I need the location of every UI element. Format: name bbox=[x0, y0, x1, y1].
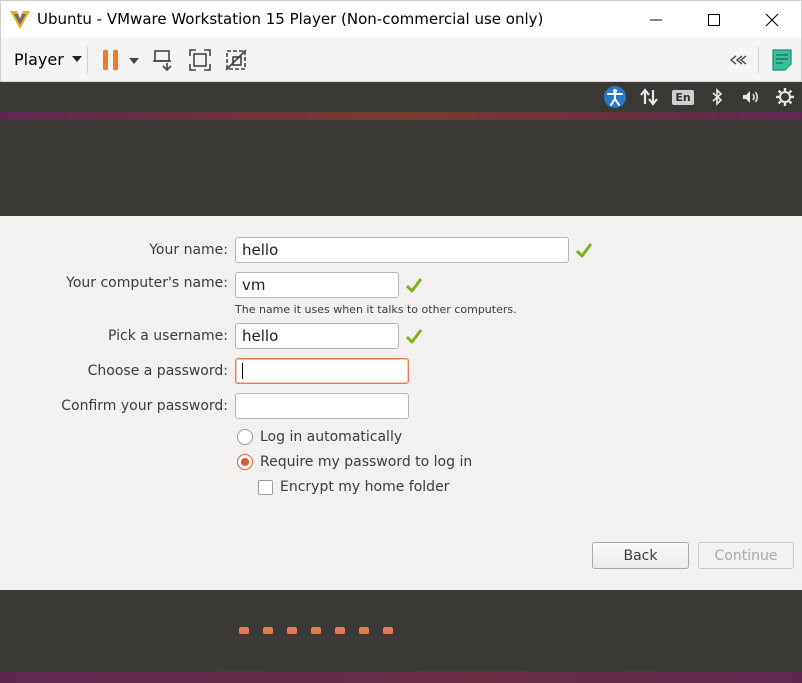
minimize-button[interactable] bbox=[627, 1, 685, 39]
require-password-radio[interactable] bbox=[237, 454, 253, 470]
computer-name-input[interactable]: vm bbox=[235, 272, 399, 298]
send-ctrl-alt-del-button[interactable] bbox=[151, 47, 177, 73]
window-titlebar: Ubuntu - VMware Workstation 15 Player (N… bbox=[0, 0, 802, 38]
language-indicator: En bbox=[672, 89, 694, 105]
installer-footer bbox=[0, 590, 802, 671]
vmware-app-icon bbox=[9, 10, 31, 30]
fullscreen-icon bbox=[189, 49, 211, 71]
computer-name-valid-check-icon bbox=[405, 278, 423, 293]
volume-menu[interactable] bbox=[740, 86, 762, 108]
computer-name-hint: The name it uses when it talks to other … bbox=[235, 303, 517, 316]
installer-form: Your name: hello Your computer's name: v… bbox=[0, 216, 802, 590]
require-password-option[interactable]: Require my password to log in bbox=[237, 454, 472, 470]
progress-dot bbox=[335, 627, 345, 634]
confirm-password-label: Confirm your password: bbox=[61, 398, 228, 414]
volume-icon bbox=[743, 91, 758, 103]
bluetooth-menu[interactable] bbox=[706, 86, 728, 108]
vmware-toolbar: Player bbox=[0, 38, 802, 82]
vm-screen[interactable]: En Your name: hello Your computer's name… bbox=[0, 82, 802, 683]
password-label: Choose a password: bbox=[87, 363, 228, 379]
computer-name-label: Your computer's name: bbox=[66, 275, 228, 291]
pause-icon bbox=[103, 50, 118, 70]
toolbar-separator bbox=[758, 47, 759, 73]
collapse-icon bbox=[729, 55, 747, 65]
install-progress-dots bbox=[239, 627, 393, 634]
your-name-input[interactable]: hello bbox=[235, 237, 569, 263]
system-menu[interactable] bbox=[774, 86, 796, 108]
require-password-label: Require my password to log in bbox=[260, 454, 473, 470]
your-name-valid-check-icon bbox=[575, 243, 593, 258]
system-tray: En bbox=[604, 86, 796, 108]
player-menu[interactable]: Player bbox=[14, 48, 82, 70]
fullscreen-button[interactable] bbox=[187, 47, 213, 73]
text-cursor bbox=[242, 363, 243, 379]
send-ctrl-alt-del-icon bbox=[153, 50, 172, 72]
continue-button[interactable]: Continue bbox=[698, 542, 794, 569]
progress-dot bbox=[239, 627, 249, 634]
maximize-button[interactable] bbox=[685, 1, 743, 39]
encrypt-home-option[interactable]: Encrypt my home folder bbox=[258, 479, 449, 495]
close-icon bbox=[765, 13, 779, 27]
encrypt-home-label: Encrypt my home folder bbox=[280, 479, 450, 495]
accessibility-icon bbox=[604, 86, 626, 108]
username-label: Pick a username: bbox=[107, 328, 228, 344]
pause-dropdown-icon[interactable] bbox=[129, 58, 139, 64]
desktop-background-strip bbox=[0, 112, 802, 120]
back-button[interactable]: Back bbox=[592, 542, 689, 569]
maximize-icon bbox=[708, 14, 720, 26]
login-automatically-label: Log in automatically bbox=[260, 429, 403, 445]
chevron-down-icon bbox=[71, 56, 82, 62]
username-input[interactable]: hello bbox=[235, 323, 399, 349]
login-automatically-option[interactable]: Log in automatically bbox=[237, 429, 402, 445]
progress-dot bbox=[287, 627, 297, 634]
network-icon bbox=[640, 88, 658, 106]
minimize-icon bbox=[650, 19, 662, 21]
encrypt-home-checkbox[interactable] bbox=[258, 479, 273, 495]
collapse-toolbar-button[interactable] bbox=[724, 47, 750, 73]
power-icon bbox=[776, 88, 794, 106]
notes-button[interactable] bbox=[769, 47, 795, 73]
username-valid-check-icon bbox=[405, 329, 423, 344]
window-title: Ubuntu - VMware Workstation 15 Player (N… bbox=[37, 10, 544, 28]
pause-button[interactable] bbox=[98, 47, 124, 73]
player-menu-label: Player bbox=[14, 49, 64, 69]
confirm-password-input[interactable] bbox=[235, 393, 409, 419]
password-input[interactable] bbox=[235, 358, 409, 384]
your-name-label: Your name: bbox=[149, 242, 228, 258]
unity-icon bbox=[225, 49, 247, 71]
progress-dot bbox=[359, 627, 369, 634]
language-menu[interactable]: En bbox=[672, 86, 694, 108]
network-menu[interactable] bbox=[638, 86, 660, 108]
ubuntu-top-panel: En bbox=[0, 82, 802, 112]
progress-dot bbox=[263, 627, 273, 634]
notes-icon bbox=[772, 49, 792, 71]
unity-button[interactable] bbox=[223, 47, 249, 73]
installer-header bbox=[0, 120, 802, 216]
progress-dot bbox=[383, 627, 393, 634]
login-automatically-radio[interactable] bbox=[237, 429, 253, 445]
bluetooth-icon bbox=[712, 88, 723, 106]
progress-dot bbox=[311, 627, 321, 634]
desktop-background-strip-bottom bbox=[0, 671, 802, 683]
accessibility-menu[interactable] bbox=[604, 86, 626, 108]
toolbar-separator bbox=[87, 47, 88, 73]
close-button[interactable] bbox=[743, 1, 801, 39]
